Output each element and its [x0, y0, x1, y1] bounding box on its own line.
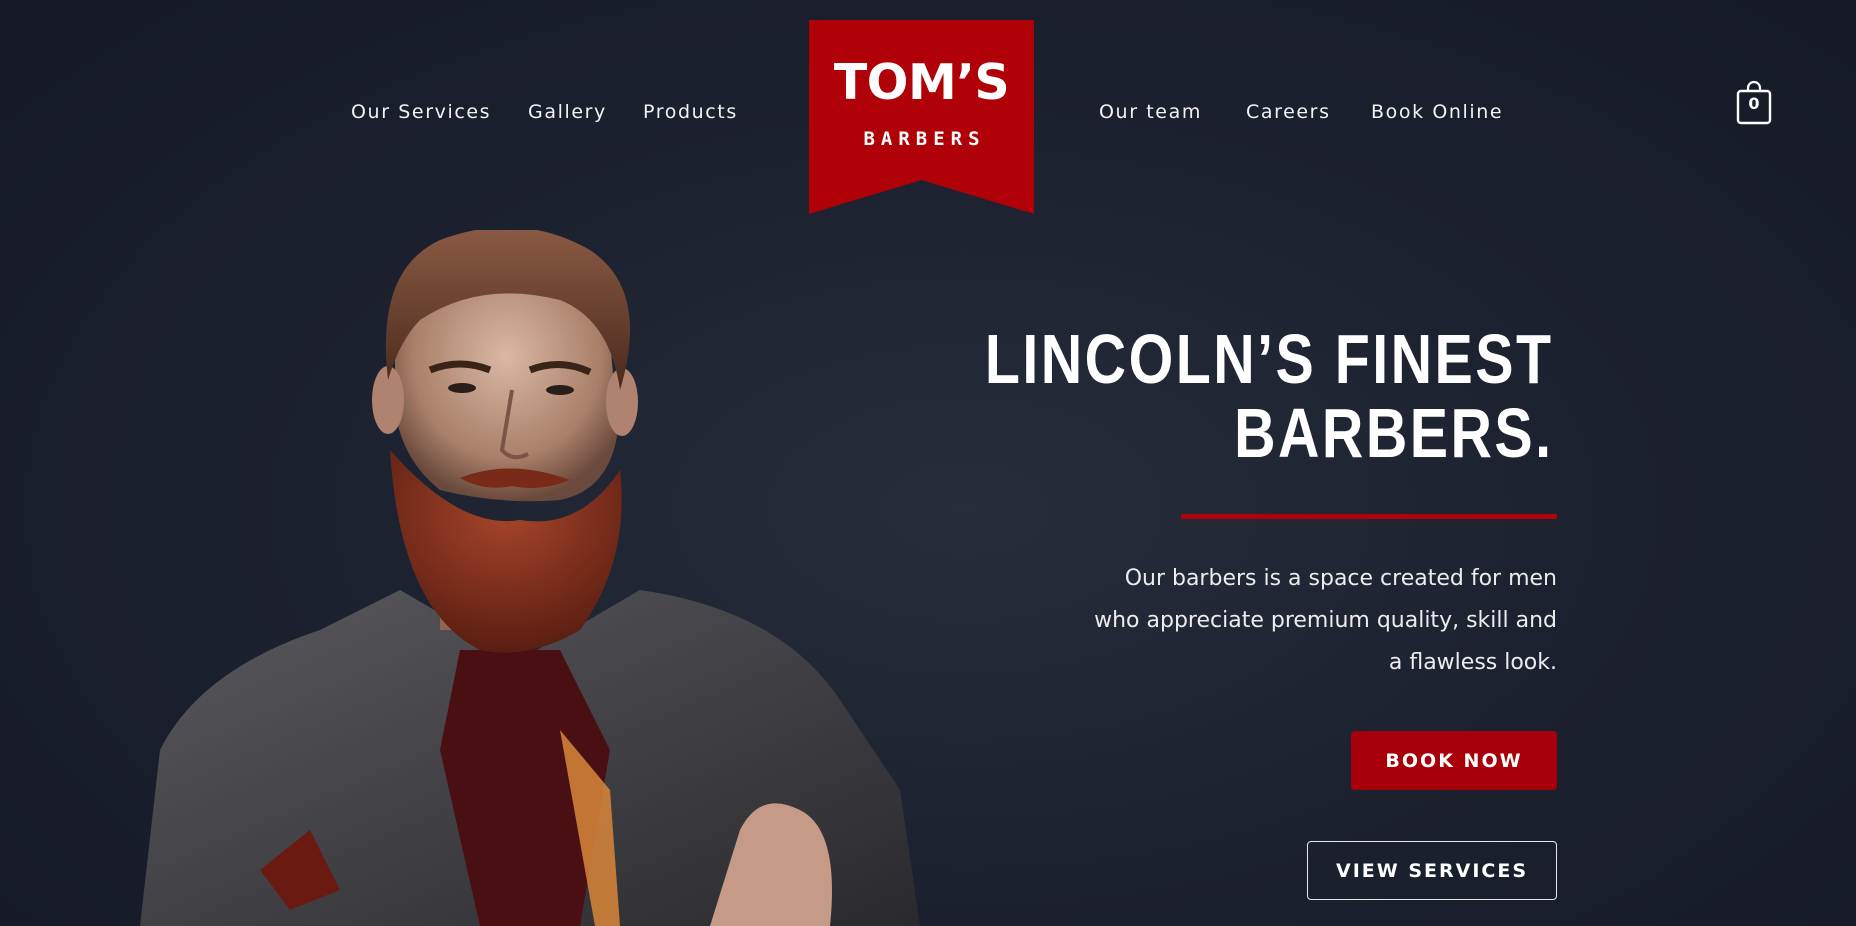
nav-careers[interactable]: Careers — [1246, 101, 1331, 123]
cart-count: 0 — [1748, 94, 1760, 113]
hero-headline: LINCOLN’S FINEST BARBERS. — [985, 322, 1554, 470]
headline-line-1: LINCOLN’S FINEST — [985, 320, 1554, 398]
hero-description: Our barbers is a space created for men w… — [1094, 566, 1557, 675]
headline-line-2: BARBERS. — [1234, 394, 1554, 472]
nav-products[interactable]: Products — [643, 101, 738, 123]
nav-gallery[interactable]: Gallery — [528, 101, 607, 123]
nav-our-services[interactable]: Our Services — [351, 101, 491, 123]
logo-title: TOM’S — [833, 54, 1010, 111]
nav-our-team[interactable]: Our team — [1099, 101, 1202, 123]
brand-logo[interactable]: TOM’S BARBERS — [809, 20, 1034, 214]
logo-ribbon-shape — [809, 20, 1034, 214]
view-services-button[interactable]: VIEW SERVICES — [1307, 841, 1557, 900]
hero-portrait-image — [140, 230, 920, 926]
nav-book-online[interactable]: Book Online — [1371, 101, 1503, 123]
logo-subtitle: BARBERS — [863, 128, 986, 150]
headline-divider — [1181, 514, 1557, 519]
book-now-button[interactable]: BOOK NOW — [1351, 731, 1557, 790]
cart-button[interactable]: 0 — [1735, 80, 1773, 126]
